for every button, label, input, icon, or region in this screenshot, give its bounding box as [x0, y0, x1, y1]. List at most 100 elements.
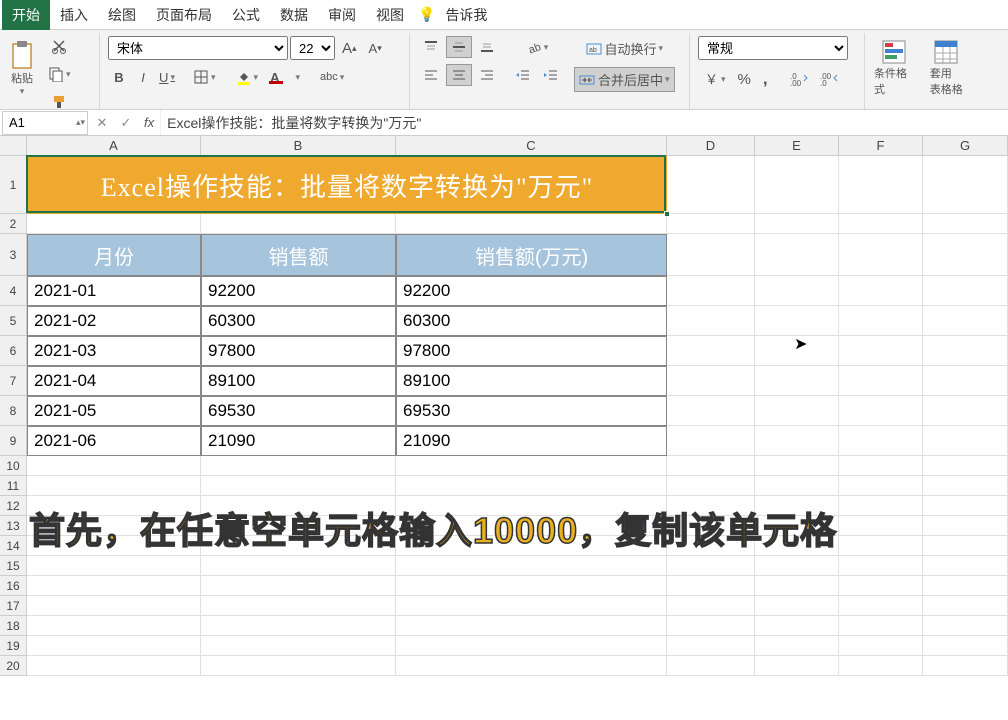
cell-G13[interactable] — [923, 516, 1008, 536]
cell-B18[interactable] — [201, 616, 396, 636]
cell-G16[interactable] — [923, 576, 1008, 596]
cell-B16[interactable] — [201, 576, 396, 596]
cell-E19[interactable] — [755, 636, 839, 656]
cancel-formula-button[interactable]: ✕ — [90, 115, 114, 131]
cell-G20[interactable] — [923, 656, 1008, 676]
cell-E9[interactable] — [755, 426, 839, 456]
cell-D18[interactable] — [667, 616, 755, 636]
name-box[interactable]: A1 ▴▾ — [2, 111, 88, 135]
cell-F20[interactable] — [839, 656, 923, 676]
row-header-3[interactable]: 3 — [0, 234, 27, 276]
table-cell-r5-c2[interactable]: 21090 — [396, 426, 667, 456]
cell-D8[interactable] — [667, 396, 755, 426]
cell-D19[interactable] — [667, 636, 755, 656]
cell-F14[interactable] — [839, 536, 923, 556]
cell-C16[interactable] — [396, 576, 667, 596]
row-header-7[interactable]: 7 — [0, 366, 27, 396]
row-header-17[interactable]: 17 — [0, 596, 27, 616]
cell-F16[interactable] — [839, 576, 923, 596]
cell-G19[interactable] — [923, 636, 1008, 656]
cell-F9[interactable] — [839, 426, 923, 456]
cell-F2[interactable] — [839, 214, 923, 234]
cell-E20[interactable] — [755, 656, 839, 676]
cell-E16[interactable] — [755, 576, 839, 596]
row-header-20[interactable]: 20 — [0, 656, 27, 676]
table-cell-r1-c0[interactable]: 2021-02 — [27, 306, 201, 336]
align-bottom-button[interactable] — [474, 36, 500, 58]
cell-A19[interactable] — [27, 636, 201, 656]
table-cell-r2-c2[interactable]: 97800 — [396, 336, 667, 366]
copy-button[interactable] — [43, 63, 76, 85]
cell-G4[interactable] — [923, 276, 1008, 306]
select-all-corner[interactable] — [0, 136, 27, 156]
cell-F1[interactable] — [839, 156, 923, 214]
merge-center-button[interactable]: 合并后居中 — [574, 67, 675, 92]
fill-handle[interactable] — [664, 211, 670, 217]
cell-E11[interactable] — [755, 476, 839, 496]
table-cell-r0-c2[interactable]: 92200 — [396, 276, 667, 306]
tab-home[interactable]: 开始 — [2, 0, 50, 30]
cell-C15[interactable] — [396, 556, 667, 576]
cell-F11[interactable] — [839, 476, 923, 496]
percent-button[interactable]: % — [733, 68, 756, 91]
row-header-2[interactable]: 2 — [0, 214, 27, 234]
cell-G18[interactable] — [923, 616, 1008, 636]
cell-C19[interactable] — [396, 636, 667, 656]
cell-G17[interactable] — [923, 596, 1008, 616]
cell-A18[interactable] — [27, 616, 201, 636]
cell-F8[interactable] — [839, 396, 923, 426]
cell-D3[interactable] — [667, 234, 755, 276]
row-header-19[interactable]: 19 — [0, 636, 27, 656]
cell-D4[interactable] — [667, 276, 755, 306]
decrease-decimal-button[interactable]: .00.0 — [815, 68, 843, 90]
cell-G11[interactable] — [923, 476, 1008, 496]
row-header-10[interactable]: 10 — [0, 456, 27, 476]
cell-E1[interactable] — [755, 156, 839, 214]
row-header-18[interactable]: 18 — [0, 616, 27, 636]
row-header-1[interactable]: 1 — [0, 156, 27, 214]
table-cell-r4-c1[interactable]: 69530 — [201, 396, 396, 426]
cell-C10[interactable] — [396, 456, 667, 476]
cell-G8[interactable] — [923, 396, 1008, 426]
cell-A15[interactable] — [27, 556, 201, 576]
borders-button[interactable] — [188, 66, 221, 88]
increase-decimal-button[interactable]: .0.00 — [785, 68, 813, 90]
cell-C20[interactable] — [396, 656, 667, 676]
table-cell-r4-c2[interactable]: 69530 — [396, 396, 667, 426]
cell-F5[interactable] — [839, 306, 923, 336]
cell-E5[interactable] — [755, 306, 839, 336]
cut-button[interactable] — [43, 35, 76, 57]
cell-G14[interactable] — [923, 536, 1008, 556]
tab-insert[interactable]: 插入 — [50, 0, 98, 30]
align-right-button[interactable] — [474, 64, 500, 86]
cell-D6[interactable] — [667, 336, 755, 366]
cell-G6[interactable] — [923, 336, 1008, 366]
cell-F3[interactable] — [839, 234, 923, 276]
cell-G5[interactable] — [923, 306, 1008, 336]
bold-button[interactable]: B — [108, 67, 130, 88]
cell-F12[interactable] — [839, 496, 923, 516]
cell-C18[interactable] — [396, 616, 667, 636]
currency-button[interactable]: ￥ — [698, 68, 731, 90]
underline-button[interactable]: U — [156, 67, 178, 88]
cell-F6[interactable] — [839, 336, 923, 366]
cell-F7[interactable] — [839, 366, 923, 396]
cell-B15[interactable] — [201, 556, 396, 576]
tab-review[interactable]: 审阅 — [318, 0, 366, 30]
cell-E3[interactable] — [755, 234, 839, 276]
cell-F18[interactable] — [839, 616, 923, 636]
row-header-12[interactable]: 12 — [0, 496, 27, 516]
cell-D17[interactable] — [667, 596, 755, 616]
cell-G15[interactable] — [923, 556, 1008, 576]
cell-A16[interactable] — [27, 576, 201, 596]
orientation-button[interactable]: ab — [510, 36, 564, 58]
cell-F10[interactable] — [839, 456, 923, 476]
cell-D1[interactable] — [667, 156, 755, 214]
table-header-0[interactable]: 月份 — [27, 234, 201, 276]
title-merged-cell[interactable]: Excel操作技能：批量将数字转换为"万元" — [27, 156, 667, 214]
font-color-button[interactable]: A — [265, 67, 305, 88]
tab-view[interactable]: 视图 — [366, 0, 414, 30]
cell-E18[interactable] — [755, 616, 839, 636]
grid-body[interactable]: Excel操作技能：批量将数字转换为"万元"月份销售额销售额(万元)2021-0… — [27, 156, 1008, 676]
row-header-4[interactable]: 4 — [0, 276, 27, 306]
